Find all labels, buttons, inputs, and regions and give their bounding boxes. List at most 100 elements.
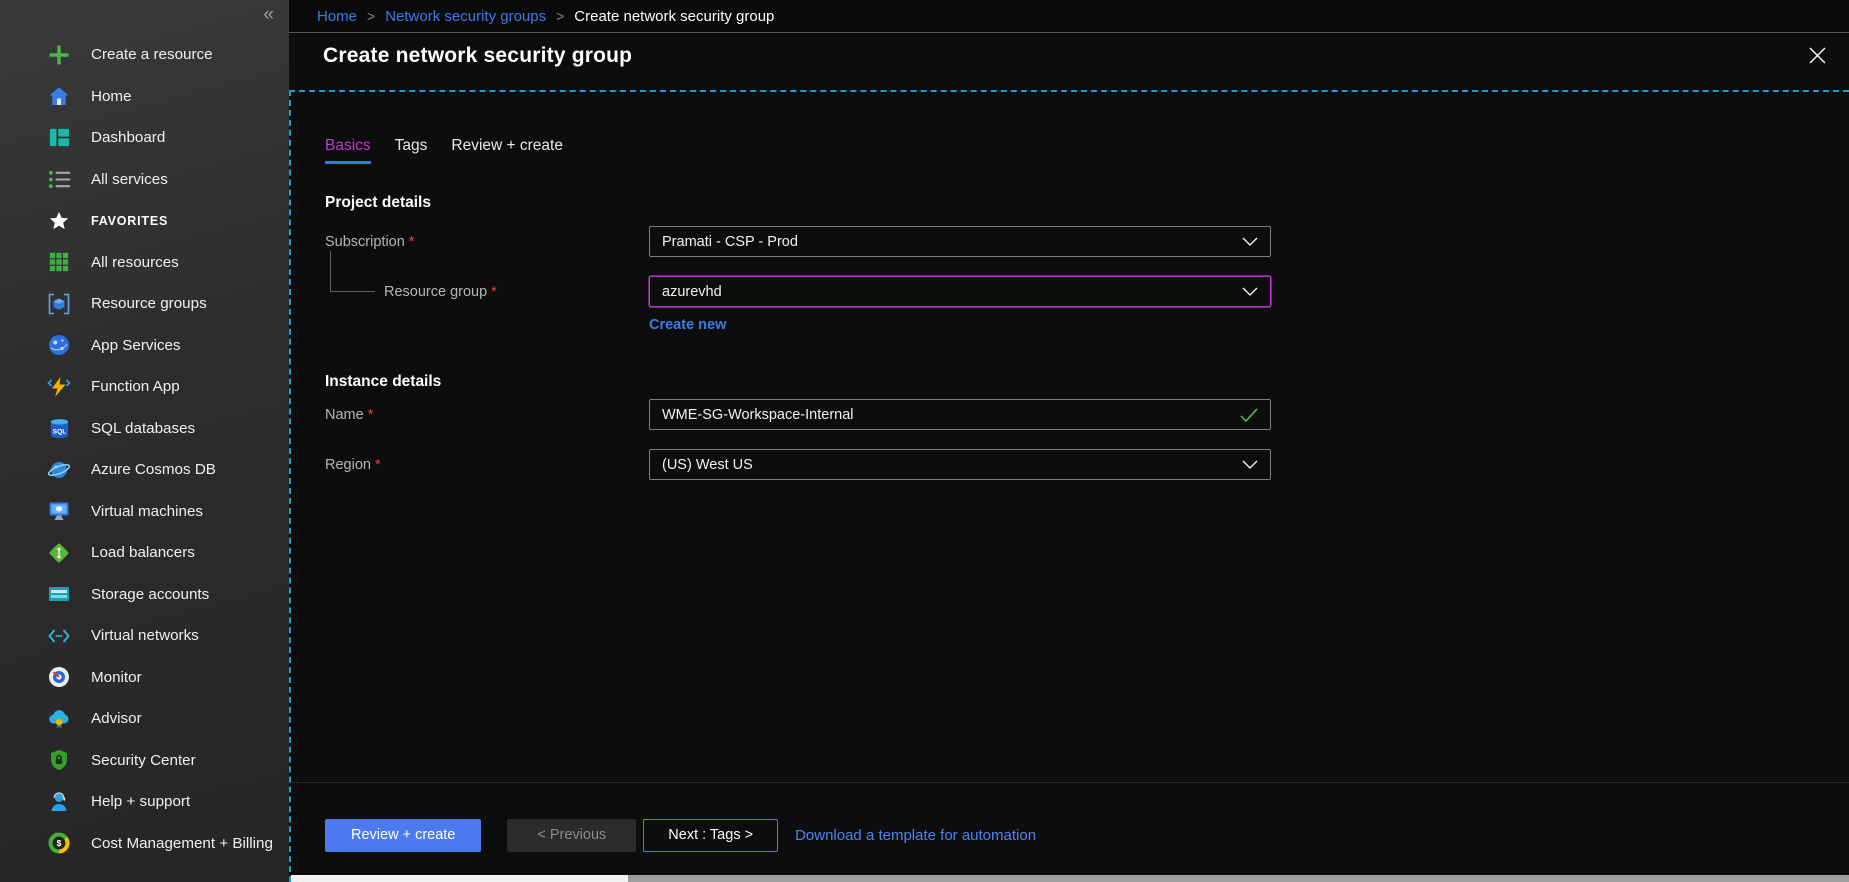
sidebar-item-label: Create a resource [91,46,213,63]
wizard-footer: Review + create < Previous Next : Tags >… [291,782,1849,875]
resource-group-value: azurevhd [662,284,722,300]
next-tags-button[interactable]: Next : Tags > [643,819,778,852]
sidebar-item-label: Advisor [91,710,142,727]
subscription-value: Pramati - CSP - Prod [662,234,798,250]
basics-tab-panel: Basics Tags Review + create Project deta… [291,92,1849,782]
sidebar-item-label: Azure Cosmos DB [91,461,216,478]
sidebar-item-cost-management-billing[interactable]: $ Cost Management + Billing [0,823,289,865]
sidebar-item-azure-cosmos-db[interactable]: Azure Cosmos DB [0,449,289,491]
name-input[interactable] [662,407,1240,423]
breadcrumb-home-link[interactable]: Home [317,8,357,25]
sidebar-section-label: FAVORITES [91,214,168,228]
scrollbar-thumb[interactable] [291,875,628,882]
chevron-down-icon [1242,460,1258,469]
region-label-text: Region [325,457,371,473]
close-icon[interactable] [1805,44,1829,68]
security-center-icon [45,747,73,773]
subscription-row: Subscription* Pramati - CSP - Prod [325,226,1849,257]
sidebar-item-advisor[interactable]: Advisor [0,698,289,740]
valid-check-icon [1240,408,1258,422]
sidebar-item-label: Help + support [91,793,190,810]
sidebar: « Create a resource Home Dashboard All s… [0,0,289,882]
storage-accounts-icon [45,581,73,607]
sidebar-item-create-a-resource[interactable]: Create a resource [0,34,289,76]
sidebar-item-function-app[interactable]: Function App [0,366,289,408]
sidebar-item-monitor[interactable]: Monitor [0,657,289,699]
horizontal-scrollbar[interactable] [291,875,1849,882]
sidebar-item-label: Storage accounts [91,586,209,603]
region-dropdown[interactable]: (US) West US [649,449,1271,480]
sidebar-item-label: Virtual networks [91,627,199,644]
required-asterisk: * [491,284,497,300]
review-create-button[interactable]: Review + create [325,819,481,852]
create-new-row: Create new [325,317,1849,333]
create-new-link[interactable]: Create new [649,317,726,333]
subscription-label-text: Subscription [325,234,405,250]
required-asterisk: * [375,457,381,473]
sidebar-item-label: SQL databases [91,420,195,437]
tab-tags[interactable]: Tags [395,137,428,164]
sidebar-item-storage-accounts[interactable]: Storage accounts [0,574,289,616]
sidebar-item-home[interactable]: Home [0,76,289,118]
sidebar-item-security-center[interactable]: Security Center [0,740,289,782]
create-nsg-panel: Basics Tags Review + create Project deta… [289,90,1849,882]
tab-bar: Basics Tags Review + create [325,137,1849,164]
sidebar-item-resource-groups[interactable]: Resource groups [0,283,289,325]
name-row: Name* [325,399,1849,430]
region-row: Region* (US) West US [325,449,1849,480]
sidebar-item-all-resources[interactable]: All resources [0,242,289,284]
name-label: Name* [325,407,649,423]
sidebar-item-all-services[interactable]: All services [0,159,289,201]
sidebar-item-favorites-header: FAVORITES [0,200,289,242]
sidebar-item-label: Virtual machines [91,503,203,520]
subscription-dropdown[interactable]: Pramati - CSP - Prod [649,226,1271,257]
sidebar-item-label: Monitor [91,669,142,686]
sidebar-item-sql-databases[interactable]: SQL SQL databases [0,408,289,450]
title-bar: Create network security group [289,33,1849,90]
sidebar-item-dashboard[interactable]: Dashboard [0,117,289,159]
virtual-networks-icon [45,623,73,649]
function-app-icon [45,374,73,400]
sidebar-item-label: Security Center [91,752,196,769]
instance-details-heading: Instance details [325,373,1849,391]
virtual-machines-icon [45,498,73,524]
sidebar-item-help-support[interactable]: Help + support [0,781,289,823]
sidebar-item-virtual-networks[interactable]: Virtual networks [0,615,289,657]
dashboard-icon [45,125,73,151]
required-asterisk: * [368,407,374,423]
azure-cosmos-db-icon [45,457,73,483]
help-support-icon [45,789,73,815]
download-template-link[interactable]: Download a template for automation [795,827,1036,844]
subscription-label: Subscription* [325,234,649,250]
sidebar-item-app-services[interactable]: App Services [0,325,289,367]
tab-review-create[interactable]: Review + create [451,137,563,164]
sidebar-item-virtual-machines[interactable]: Virtual machines [0,491,289,533]
tab-basics[interactable]: Basics [325,137,371,164]
sidebar-item-label: Function App [91,378,180,395]
sql-databases-icon: SQL [45,415,73,441]
resource-group-row: Resource group* azurevhd [325,276,1849,307]
sidebar-item-label: Resource groups [91,295,207,312]
sidebar-item-label: Load balancers [91,544,195,561]
sidebar-item-load-balancers[interactable]: Load balancers [0,532,289,574]
sidebar-item-label: Home [91,88,132,105]
project-details-heading: Project details [325,194,1849,212]
sidebar-nav: Create a resource Home Dashboard All ser… [0,0,289,864]
resource-groups-icon [45,291,73,317]
breadcrumb: Home > Network security groups > Create … [289,0,1849,33]
all-resources-icon [45,249,73,275]
name-field [649,399,1271,430]
star-icon [45,208,73,234]
resource-group-dropdown[interactable]: azurevhd [649,276,1271,307]
previous-button[interactable]: < Previous [507,819,636,852]
region-value: (US) West US [662,457,753,473]
resource-group-label-text: Resource group [384,284,487,300]
breadcrumb-network-security-groups-link[interactable]: Network security groups [385,8,546,25]
advisor-icon [45,706,73,732]
sidebar-item-label: Cost Management + Billing [91,835,273,852]
app-services-icon [45,332,73,358]
breadcrumb-separator: > [556,8,564,24]
sidebar-collapse-button[interactable]: « [263,4,274,26]
plus-icon [45,42,73,68]
sidebar-item-label: App Services [91,337,180,354]
